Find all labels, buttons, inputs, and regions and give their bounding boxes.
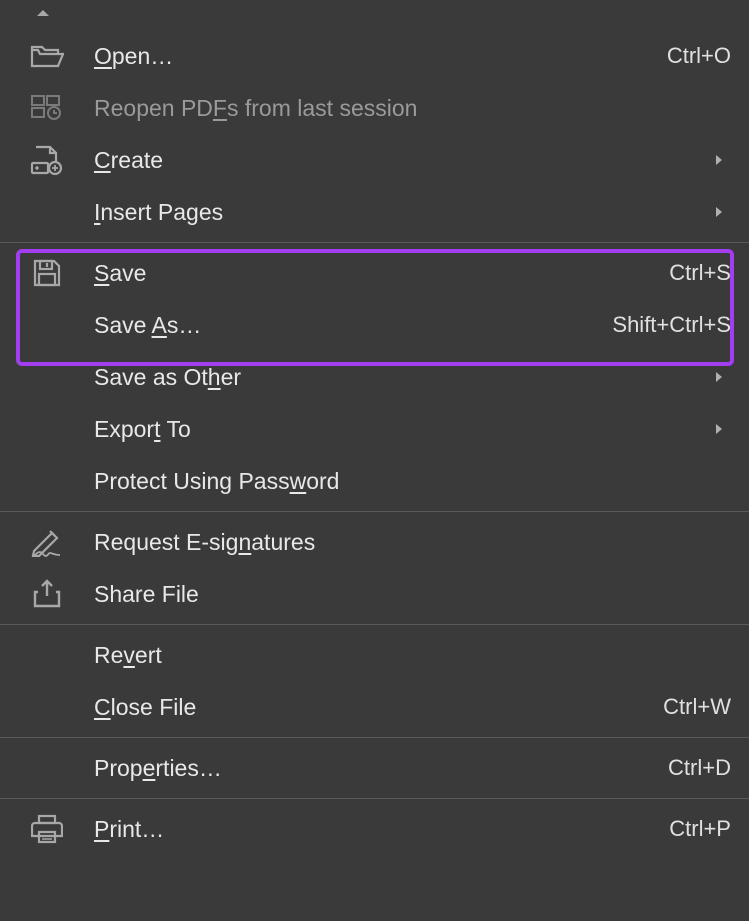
menu-item-request-esignatures[interactable]: Request E-signatures: [0, 516, 749, 568]
menu-divider: [0, 242, 749, 243]
menu-item-label: Reopen PDFs from last session: [94, 95, 731, 122]
menu-item-shortcut: Ctrl+W: [663, 694, 731, 720]
menu-item-protect-password[interactable]: Protect Using Password: [0, 455, 749, 507]
menu-scroll-up-button[interactable]: [26, 4, 60, 22]
menu-item-label: Close File: [94, 694, 653, 721]
menu-item-label: Open…: [94, 43, 657, 70]
menu-item-shortcut: Ctrl+O: [667, 43, 731, 69]
menu-item-shortcut: Ctrl+D: [668, 755, 731, 781]
menu-item-print[interactable]: Print… Ctrl+P: [0, 803, 749, 855]
menu-item-save[interactable]: Save Ctrl+S: [0, 247, 749, 299]
menu-item-label: Request E-signatures: [94, 529, 731, 556]
share-icon: [0, 579, 94, 609]
menu-item-label: Create: [94, 147, 707, 174]
menu-item-share-file[interactable]: Share File: [0, 568, 749, 620]
menu-item-close-file[interactable]: Close File Ctrl+W: [0, 681, 749, 733]
menu-item-label: Revert: [94, 642, 731, 669]
create-icon: [0, 145, 94, 175]
menu-item-save-as-other[interactable]: Save as Other: [0, 351, 749, 403]
print-icon: [0, 814, 94, 844]
menu-item-label: Share File: [94, 581, 731, 608]
menu-item-label: Insert Pages: [94, 199, 707, 226]
menu-item-label: Save As…: [94, 312, 602, 339]
menu-divider: [0, 798, 749, 799]
submenu-arrow-icon: [707, 154, 731, 166]
menu-divider: [0, 624, 749, 625]
menu-item-shortcut: Shift+Ctrl+S: [612, 312, 731, 338]
menu-item-label: Protect Using Password: [94, 468, 731, 495]
menu-divider: [0, 511, 749, 512]
menu-item-create[interactable]: Create: [0, 134, 749, 186]
menu-item-label: Print…: [94, 816, 659, 843]
save-icon: [0, 258, 94, 288]
menu-item-reopen-last-session: Reopen PDFs from last session: [0, 82, 749, 134]
menu-item-label: Save as Other: [94, 364, 707, 391]
menu-item-save-as[interactable]: Save As… Shift+Ctrl+S: [0, 299, 749, 351]
folder-open-icon: [0, 42, 94, 70]
menu-item-shortcut: Ctrl+P: [669, 816, 731, 842]
menu-item-properties[interactable]: Properties… Ctrl+D: [0, 742, 749, 794]
menu-item-label: Properties…: [94, 755, 658, 782]
menu-divider: [0, 737, 749, 738]
submenu-arrow-icon: [707, 206, 731, 218]
reopen-icon: [0, 94, 94, 122]
submenu-arrow-icon: [707, 423, 731, 435]
menu-item-export-to[interactable]: Export To: [0, 403, 749, 455]
submenu-arrow-icon: [707, 371, 731, 383]
menu-item-label: Export To: [94, 416, 707, 443]
file-menu: Open… Ctrl+O Reopen PDFs from last sessi…: [0, 0, 749, 855]
pen-icon: [0, 527, 94, 557]
menu-item-revert[interactable]: Revert: [0, 629, 749, 681]
menu-item-shortcut: Ctrl+S: [669, 260, 731, 286]
menu-item-label: Save: [94, 260, 659, 287]
menu-item-open[interactable]: Open… Ctrl+O: [0, 30, 749, 82]
menu-item-insert-pages[interactable]: Insert Pages: [0, 186, 749, 238]
